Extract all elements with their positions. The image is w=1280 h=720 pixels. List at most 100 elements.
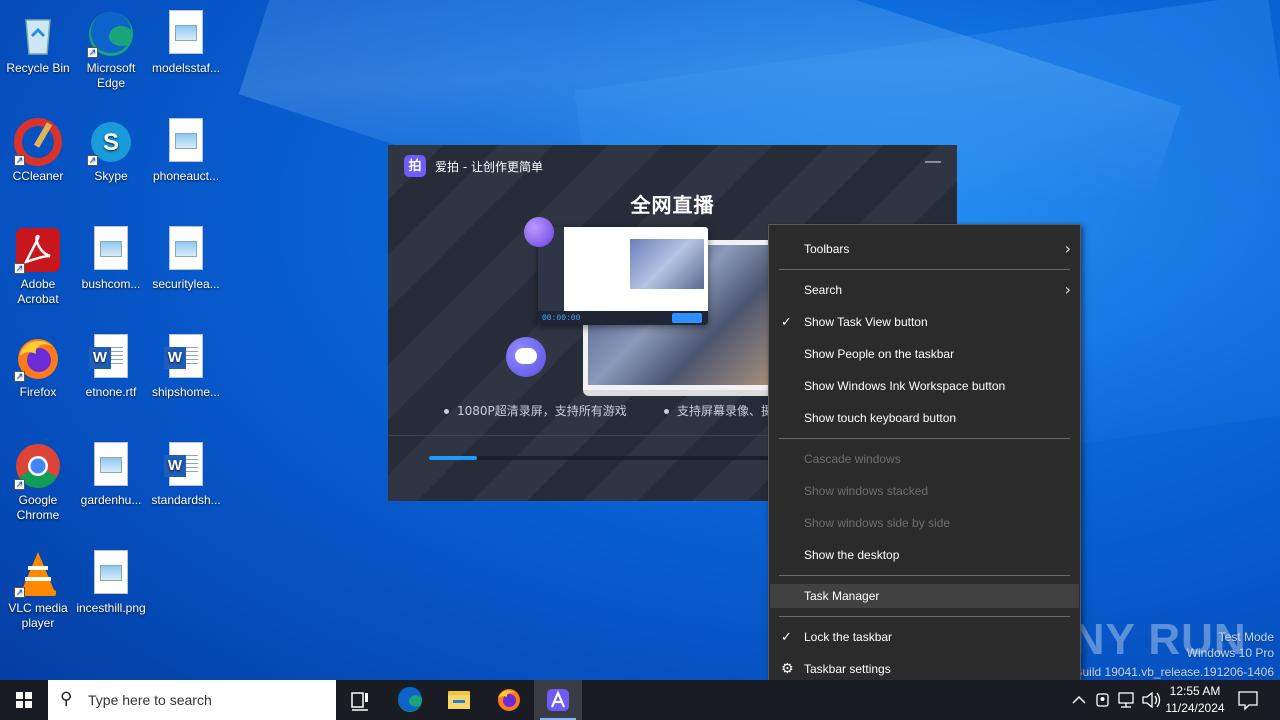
desktop-icon-shipshome[interactable]: W shipshome... <box>148 330 224 400</box>
desktop-icon-ccleaner[interactable]: ↗ CCleaner <box>0 114 76 184</box>
task-view-button[interactable] <box>336 680 384 720</box>
desktop-icon-label: incesthill.png <box>76 601 146 615</box>
shortcut-arrow-icon: ↗ <box>14 587 25 598</box>
preview-timer: 00:00:00 <box>542 314 581 323</box>
desktop-icon-firefox[interactable]: ↗ Firefox <box>0 330 76 400</box>
desktop-icon-standardsh[interactable]: W standardsh... <box>148 438 224 508</box>
desktop-icon-label: Microsoft Edge <box>86 61 136 90</box>
desktop-icon-phoneauct[interactable]: phoneauct... <box>148 114 224 184</box>
menu-separator <box>779 616 1070 617</box>
windows-edition-label: Windows 10 Pro <box>1186 646 1274 660</box>
desktop-icon-gardenhu[interactable]: gardenhu... <box>73 438 149 508</box>
menu-item-lock-taskbar[interactable]: ✓ Lock the taskbar <box>770 625 1079 649</box>
app-title: 爱拍 - 让创作更简单 <box>435 160 543 174</box>
desktop-icon-securitylea[interactable]: securitylea... <box>148 222 224 292</box>
meet-now-button[interactable] <box>1092 680 1114 720</box>
image-file-icon <box>87 442 135 490</box>
shortcut-arrow-icon: ↗ <box>87 155 98 166</box>
desktop-icon-label: Recycle Bin <box>6 61 70 75</box>
edge-icon: ↗ <box>87 10 135 58</box>
menu-item-task-manager[interactable]: Task Manager <box>770 584 1079 608</box>
ccleaner-icon: ↗ <box>14 118 62 166</box>
word-file-icon: W <box>87 334 135 382</box>
search-placeholder: Type here to search <box>88 692 212 708</box>
desktop-icon-modelsstaf[interactable]: modelsstaf... <box>148 6 224 76</box>
desktop-icon-label: bushcom... <box>81 277 141 291</box>
feature-item: 1080P超清录屏，支持所有游戏 <box>444 402 627 419</box>
aipai-icon <box>547 689 569 711</box>
desktop-icon-chrome[interactable]: ↗ Google Chrome <box>0 438 76 523</box>
windows-logo-icon <box>16 692 32 708</box>
desktop-icon-vlc[interactable]: ↗ VLC media player <box>0 546 76 631</box>
desktop-icon-skype[interactable]: S ↗ Skype <box>73 114 149 184</box>
clock-date: 11/24/2024 <box>1165 701 1225 715</box>
menu-item-side-by-side: Show windows side by side <box>804 516 951 530</box>
desktop-icon-label: gardenhu... <box>80 493 142 507</box>
desktop-icon-label: Skype <box>94 169 128 183</box>
menu-separator <box>779 438 1070 439</box>
skype-icon: S ↗ <box>87 118 135 166</box>
taskbar-context-menu[interactable]: Toolbars › Search › ✓ Show Task View but… <box>768 224 1081 693</box>
search-icon: ⚲ <box>60 689 73 709</box>
desktop-icon-acrobat[interactable]: ↗ Adobe Acrobat <box>0 222 76 307</box>
svg-text:S: S <box>103 129 119 156</box>
image-file-icon <box>87 226 135 274</box>
start-button[interactable] <box>0 680 48 720</box>
word-file-icon: W <box>162 442 210 490</box>
clock-time: 12:55 AM <box>1169 684 1221 698</box>
menu-item-toolbars[interactable]: Toolbars › <box>770 237 1079 261</box>
shortcut-arrow-icon: ↗ <box>14 263 25 274</box>
desktop-icon-etnone[interactable]: W etnone.rtf <box>73 330 149 400</box>
app-headline: 全网直播 <box>630 193 715 217</box>
desktop-icon-label: CCleaner <box>12 169 64 183</box>
taskbar-explorer-button[interactable] <box>435 680 483 720</box>
image-file-icon <box>162 226 210 274</box>
desktop-icon-label: etnone.rtf <box>85 385 137 399</box>
menu-item-search[interactable]: Search › <box>770 278 1079 302</box>
desktop-icon-recycle-bin[interactable]: Recycle Bin <box>0 6 76 76</box>
desktop-icon-label: Google Chrome <box>16 493 60 522</box>
menu-item-show-ink-workspace[interactable]: Show Windows Ink Workspace button <box>770 374 1079 398</box>
menu-item-show-touch-keyboard[interactable]: Show touch keyboard button <box>770 406 1079 430</box>
desktop-icon-label: Firefox <box>19 385 57 399</box>
desktop-icon-label: Adobe Acrobat <box>17 277 59 306</box>
minimize-button[interactable]: — <box>923 153 943 173</box>
menu-item-show-task-view[interactable]: ✓ Show Task View button <box>770 310 1079 334</box>
desktop-icon-edge[interactable]: ↗ Microsoft Edge <box>73 6 149 91</box>
decor-bubble-icon <box>524 217 554 247</box>
desktop-icon-incesthill[interactable]: incesthill.png <box>73 546 149 616</box>
app-titlebar[interactable]: 拍 爱拍 - 让创作更简单 — <box>388 145 957 185</box>
taskbar[interactable]: ⚲ Type here to search 12:55 AM 11/24/202… <box>0 680 1280 720</box>
menu-separator <box>779 269 1070 270</box>
shortcut-arrow-icon: ↗ <box>87 47 98 58</box>
acrobat-icon: ↗ <box>14 226 62 274</box>
shortcut-arrow-icon: ↗ <box>14 371 25 382</box>
chevron-right-icon: › <box>1064 239 1071 258</box>
image-file-icon <box>162 10 210 58</box>
desktop-icon-bushcom[interactable]: bushcom... <box>73 222 149 292</box>
desktop-icon-label: shipshome... <box>151 385 221 399</box>
menu-item-taskbar-settings[interactable]: ⚙ Taskbar settings <box>770 657 1079 681</box>
desktop-icon-label: securitylea... <box>152 277 220 291</box>
taskbar-clock[interactable]: 12:55 AM 11/24/2024 <box>1160 683 1230 717</box>
taskbar-firefox-button[interactable] <box>485 680 533 720</box>
shortcut-arrow-icon: ↗ <box>14 155 25 166</box>
recycle-bin-icon <box>14 10 62 58</box>
menu-item-show-desktop[interactable]: Show the desktop <box>770 543 1079 567</box>
taskbar-aipai-button[interactable] <box>534 680 582 720</box>
network-button[interactable] <box>1115 680 1139 720</box>
file-explorer-icon <box>448 691 470 709</box>
build-label: Build 19041.vb_release.191206-1406 <box>1074 665 1275 679</box>
test-mode-label: Test Mode <box>1218 630 1274 644</box>
firefox-icon: ↗ <box>14 334 62 382</box>
desktop-icon-label: modelsstaf... <box>151 61 221 75</box>
menu-separator <box>779 575 1070 576</box>
show-hidden-icons-button[interactable] <box>1068 680 1090 720</box>
vlc-icon: ↗ <box>14 550 62 598</box>
taskbar-search-box[interactable]: ⚲ Type here to search <box>48 680 336 720</box>
feature-item: 支持屏幕录像、摄 <box>664 402 773 419</box>
desktop-icon-label: standardsh... <box>151 493 221 507</box>
action-center-button[interactable] <box>1236 680 1260 720</box>
menu-item-show-people[interactable]: Show People on the taskbar <box>770 342 1079 366</box>
taskbar-edge-button[interactable] <box>386 680 434 720</box>
